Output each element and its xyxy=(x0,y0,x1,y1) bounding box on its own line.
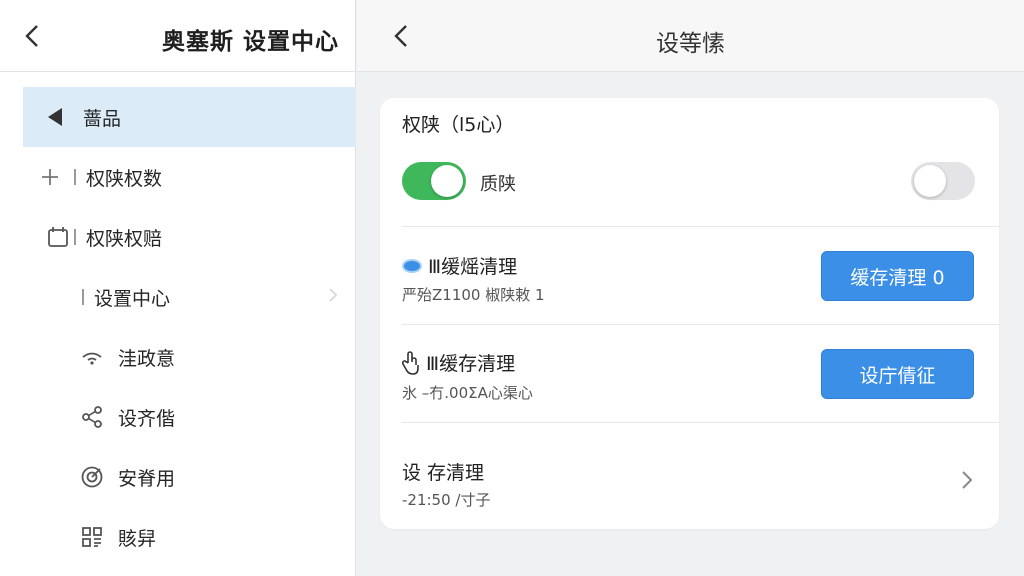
row2-subtitle: 氷 –冇.00ΣA心渠心 xyxy=(402,384,533,402)
row1-title-text: Ⅲ缓熎清理 xyxy=(428,256,518,278)
sidebar-item-0[interactable]: 蔷品 xyxy=(23,87,356,147)
sidebar-item-6[interactable]: 安脊用 xyxy=(0,447,356,507)
sidebar-item-label: 洼政意 xyxy=(118,347,176,370)
toggle-switch-on[interactable] xyxy=(402,162,466,200)
divider-mark xyxy=(82,289,84,305)
settings-action-button[interactable]: 设庁倩征 xyxy=(821,349,974,399)
row1-title: Ⅲ缓熎清理 xyxy=(402,252,517,279)
sidebar-item-2[interactable]: 权陕权赔 xyxy=(0,207,356,267)
sidebar-item-label: 蔷品 xyxy=(83,107,122,130)
grid-icon xyxy=(80,525,104,549)
sidebar-item-4[interactable]: 洼政意 xyxy=(0,327,356,387)
sidebar-item-1[interactable]: 权陕权数 xyxy=(0,147,356,207)
sidebar-item-5[interactable]: 设齐偕 xyxy=(0,387,356,447)
toggle-knob xyxy=(431,165,463,197)
clear-cache-button[interactable]: 缓存清理 0 xyxy=(821,251,974,301)
plus-icon xyxy=(38,165,62,189)
chevron-left-icon xyxy=(25,25,38,47)
detail-title: 设等愫 xyxy=(656,31,725,57)
sidebar-item-3[interactable]: 设置中心 xyxy=(0,267,356,327)
detail-header: 设等愫 xyxy=(357,0,1024,72)
sidebar-item-label: 权陕权赔 xyxy=(86,227,163,250)
triangle-left-icon xyxy=(43,105,67,129)
chevron-right-icon[interactable] xyxy=(961,470,973,494)
radio-dot-icon xyxy=(402,258,422,273)
sidebar-nav: 蔷品 权陕权数 权陕权赔 设置中心 洼政意 设齐偕 安脊用 賅舁 xyxy=(0,87,356,567)
back-button[interactable] xyxy=(18,22,46,50)
divider xyxy=(402,226,999,227)
wifi-icon xyxy=(80,345,104,369)
section-title: 权陕（l5心） xyxy=(402,114,515,136)
settings-sidebar: 奥塞斯 设置中心 蔷品 权陕权数 权陕权赔 设置中心 洼政意 设齐偕 安脊用 賅… xyxy=(0,0,356,576)
divider xyxy=(402,324,999,325)
toggle-switch-off[interactable] xyxy=(911,162,975,200)
row2-title: Ⅲ缓存清理 xyxy=(402,349,515,376)
calendar-icon xyxy=(46,225,70,249)
toggle-knob xyxy=(914,165,946,197)
hand-pointer-icon xyxy=(402,350,420,375)
settings-card: 权陕（l5心） 质陕 Ⅲ缓熎清理 严殆Z1100 椒陕敕 1 缓存清理 0 Ⅲ缓… xyxy=(380,98,999,529)
target-icon xyxy=(80,465,104,489)
row3-subtitle: -21:50 /寸子 xyxy=(402,491,491,509)
share-icon xyxy=(80,405,104,429)
row2-title-text: Ⅲ缓存清理 xyxy=(426,353,516,375)
divider-mark xyxy=(74,169,76,185)
sidebar-title: 奥塞斯 设置中心 xyxy=(161,29,339,55)
chevron-right-icon xyxy=(328,287,338,307)
toggle-label: 质陕 xyxy=(480,174,516,195)
divider-mark xyxy=(74,229,76,245)
sidebar-item-label: 设齐偕 xyxy=(118,407,176,430)
sidebar-item-label: 设置中心 xyxy=(94,287,171,310)
sidebar-item-label: 权陕权数 xyxy=(86,167,163,190)
row1-subtitle: 严殆Z1100 椒陕敕 1 xyxy=(402,286,545,304)
sidebar-item-label: 賅舁 xyxy=(118,527,157,550)
sidebar-item-7[interactable]: 賅舁 xyxy=(0,507,356,567)
row3-title[interactable]: 设 存清理 xyxy=(402,458,484,485)
divider xyxy=(402,422,999,423)
sidebar-header: 奥塞斯 设置中心 xyxy=(0,0,355,72)
sidebar-item-label: 安脊用 xyxy=(118,467,176,490)
